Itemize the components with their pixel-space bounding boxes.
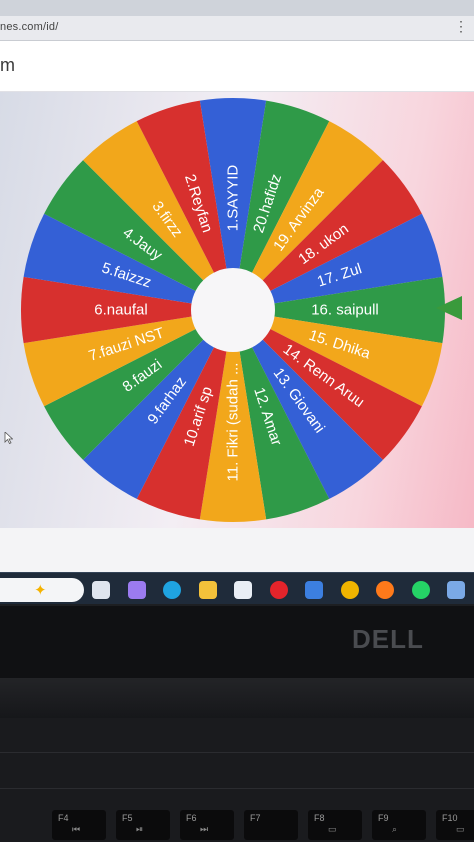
key-label: F10 [442,813,458,823]
function-key-f9[interactable]: F9 ⌕ [372,810,426,840]
file-explorer-icon[interactable] [198,581,217,599]
key-label: F7 [250,813,261,823]
key-symbol-icon: ▭ [328,824,337,834]
windows-taskbar: ✦ [0,572,474,604]
wheel-segment-label: 1.SAYYID [225,165,242,232]
site-header: m [0,41,474,92]
deck-edge [0,788,474,789]
page-footer-area [0,528,474,572]
key-label: F8 [314,813,325,823]
mouse-cursor-icon [4,432,13,444]
spin-wheel[interactable]: 1.SAYYID 20.hafidz19. Arvinza18. ukon17. … [0,92,474,528]
function-key-f6[interactable]: F6 ⏭ [180,810,234,840]
function-key-f7[interactable]: F7 [244,810,298,840]
whatsapp-icon[interactable] [411,581,430,599]
mail-icon[interactable] [305,581,323,599]
function-key-f5[interactable]: F5 ⏯ [116,810,170,840]
laptop-hinge [0,678,474,718]
task-view-icon[interactable] [92,581,110,599]
function-key-f4[interactable]: F4 ⏮ [52,810,106,840]
chrome-icon[interactable] [340,581,359,599]
firefox-icon[interactable] [376,581,394,599]
dell-logo: DELL [352,624,424,654]
address-bar[interactable]: nes.com/id/ ⋮ [0,16,474,41]
edge-icon[interactable] [163,581,181,599]
taskbar-search-box[interactable]: ✦ [0,578,84,602]
wheel-center-hub[interactable] [191,268,275,352]
function-key-f10[interactable]: F10 ▭ [436,810,474,840]
copilot-sparkle-icon[interactable]: ✦ [34,581,47,599]
key-label: F6 [186,813,197,823]
key-symbol-icon: ⏮ [72,824,81,834]
function-key-f8[interactable]: F8 ▭ [308,810,362,840]
deck-edge [0,752,474,753]
key-symbol-icon: ⏭ [200,824,209,834]
key-symbol-icon: ⏯ [136,824,144,834]
site-title: m [0,55,15,75]
key-symbol-icon: ⌕ [392,824,398,834]
key-label: F4 [58,813,69,823]
page-area: 1.SAYYID 20.hafidz 19. Arvinza 18. ukon 17. … [0,92,474,528]
wheel-segment-label: 6.naufal [94,302,147,319]
wheel-segment-label: 16. saipull [311,302,379,319]
copilot-icon[interactable] [127,581,146,599]
key-symbol-icon: ▭ [456,824,465,834]
app-icon[interactable] [447,581,465,599]
key-label: F5 [122,813,133,823]
url-text[interactable]: nes.com/id/ [0,21,58,33]
key-label: F9 [378,813,389,823]
wheel-segment-label: 11. Fikri (sudah ... [225,363,242,482]
monitor-screen: nes.com/id/ ⋮ m 1.SAYYID 20.hafidz 19. Arv… [0,0,474,604]
microsoft-store-icon[interactable] [234,581,252,599]
opera-icon[interactable] [269,581,288,599]
more-dots-icon[interactable]: ⋮ [454,18,468,35]
browser-tab-strip [0,0,474,16]
